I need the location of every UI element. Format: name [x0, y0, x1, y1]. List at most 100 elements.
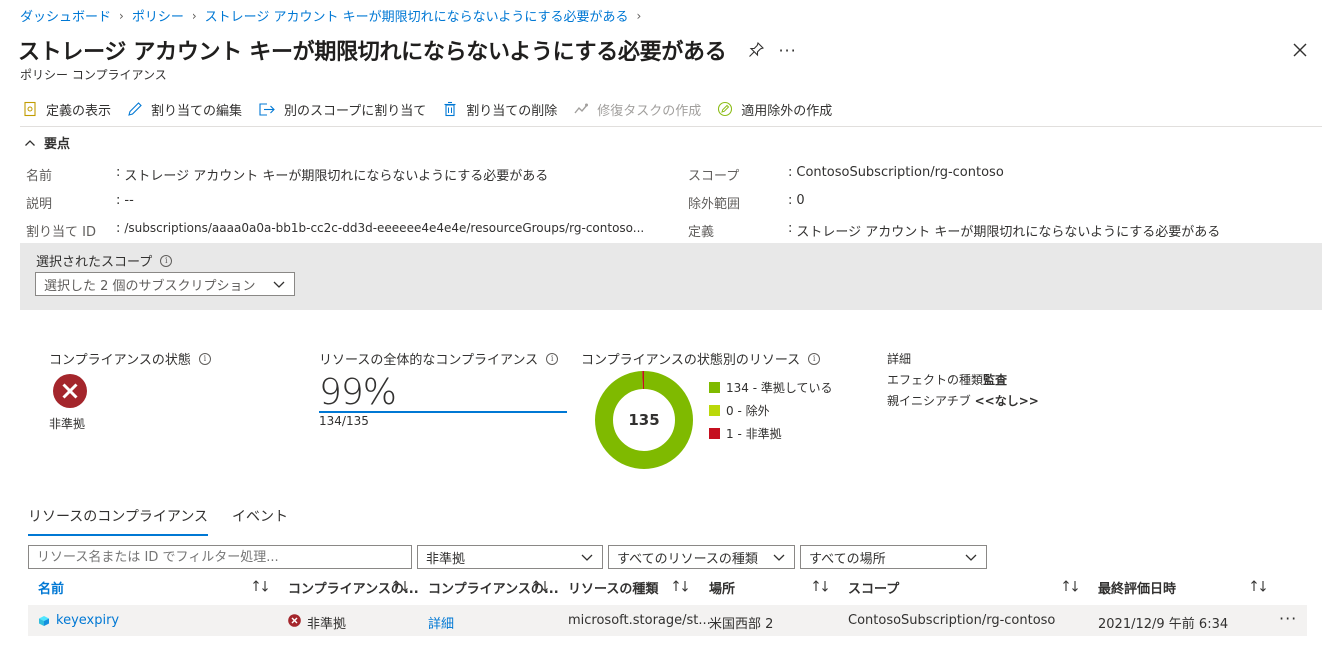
sort-icon[interactable]	[672, 579, 690, 593]
view-definition-label: 定義の表示	[46, 103, 112, 119]
resource-type-filter-value: すべてのリソースの種類	[617, 551, 758, 567]
scope-label: スコープ	[688, 169, 740, 184]
effect-label: エフェクトの種類	[887, 373, 984, 387]
column-header-location[interactable]: 場所	[709, 578, 735, 597]
close-icon[interactable]	[1290, 40, 1310, 60]
column-header-scope[interactable]: スコープ	[848, 578, 899, 597]
tab-bar: リソースのコンプライアンス イベント	[28, 506, 312, 536]
essentials-toggle[interactable]: 要点	[24, 133, 70, 152]
breadcrumb-policy[interactable]: ポリシー	[132, 6, 184, 25]
compliance-state-heading: コンプライアンスの状態 i	[49, 349, 211, 368]
legend-label: 134 - 準拠している	[726, 381, 833, 395]
row-details-link[interactable]: 詳細	[428, 613, 454, 632]
sort-icon[interactable]	[812, 579, 830, 593]
trash-icon	[444, 101, 456, 117]
resource-name-link[interactable]: keyexpiry	[56, 613, 119, 628]
colon: :	[788, 193, 793, 208]
definition-label: 定義	[688, 225, 715, 240]
page-title: ストレージ アカウント キーが期限切れにならないようにする必要がある	[18, 40, 727, 65]
overall-compliance-label: リソースの全体的なコンプライアンス	[319, 353, 539, 368]
assignment-id-label: 割り当て ID	[26, 225, 96, 240]
legend-label: 1 - 非準拠	[726, 427, 782, 441]
essentials-desc-row: 説明 : --	[26, 193, 134, 212]
donut-total: 135	[628, 411, 659, 429]
sort-icon[interactable]	[532, 579, 550, 593]
scope-dropdown-value: 選択した 2 個のサブスクリプション	[44, 278, 256, 294]
resource-type-filter-dropdown[interactable]: すべてのリソースの種類	[608, 545, 795, 569]
title-row: ストレージ アカウント キーが期限切れにならないようにする必要がある ···	[18, 34, 797, 66]
legend-item-noncompliant[interactable]: 1 - 非準拠	[709, 422, 833, 445]
delete-assignment-button[interactable]: 割り当ての削除	[442, 100, 557, 119]
legend-item-exempt[interactable]: 0 - 除外	[709, 399, 833, 422]
assign-other-scope-button[interactable]: 別のスコープに割り当て	[258, 100, 426, 119]
parent-initiative-value: <<なし>>	[974, 394, 1039, 408]
sort-icon[interactable]	[392, 579, 410, 593]
row-resource-type: microsoft.storage/st...	[568, 613, 711, 628]
error-circle-icon	[288, 614, 301, 627]
column-header-resource-type[interactable]: リソースの種類	[568, 578, 658, 597]
details-heading: 詳細	[887, 352, 912, 366]
essentials-label: 要点	[44, 137, 71, 152]
edit-assignment-button[interactable]: 割り当ての編集	[127, 100, 242, 119]
resources-by-state-label: コンプライアンスの状態別のリソース	[581, 353, 801, 368]
breadcrumb-current[interactable]: ストレージ アカウント キーが期限切れにならないようにする必要がある	[205, 6, 629, 25]
compliance-donut-chart[interactable]: 135	[594, 370, 694, 470]
definition-value: ストレージ アカウント キーが期限切れにならないようにする必要がある	[796, 225, 1221, 240]
info-icon[interactable]: i	[808, 352, 821, 365]
legend-swatch	[709, 382, 720, 393]
column-header-last-evaluated[interactable]: 最終評価日時	[1098, 578, 1176, 597]
tab-events[interactable]: イベント	[232, 506, 288, 536]
row-scope: ContosoSubscription/rg-contoso	[848, 613, 1056, 628]
colon: :	[116, 193, 121, 208]
resource-filter-input[interactable]	[28, 545, 412, 569]
page-subtitle: ポリシー コンプライアンス	[20, 68, 167, 82]
colon: :	[788, 165, 793, 180]
state-filter-dropdown[interactable]: 非準拠	[417, 545, 603, 569]
pin-icon[interactable]	[748, 42, 765, 58]
excluded-label: 除外範囲	[688, 197, 741, 212]
overall-compliance-underline	[319, 411, 567, 413]
legend-item-compliant[interactable]: 134 - 準拠している	[709, 376, 833, 399]
edit-icon	[128, 102, 142, 116]
description-label: 説明	[26, 197, 53, 212]
create-remediation-button[interactable]: 修復タスクの作成	[573, 100, 701, 119]
column-header-name[interactable]: 名前	[38, 578, 64, 597]
view-definition-button[interactable]: 定義の表示	[22, 100, 111, 119]
chevron-down-icon	[273, 281, 285, 288]
selected-scope-label: 選択されたスコープ	[36, 255, 153, 270]
scope-value: ContosoSubscription/rg-contoso	[796, 165, 1004, 180]
name-label: 名前	[26, 169, 53, 184]
row-location: 米国西部 2	[709, 617, 774, 632]
sort-icon[interactable]	[1250, 579, 1268, 593]
sort-icon[interactable]	[1062, 579, 1080, 593]
overall-compliance-ratio: 134/135	[319, 414, 369, 428]
breadcrumb-separator-icon: ›	[636, 8, 642, 23]
tab-resource-compliance[interactable]: リソースのコンプライアンス	[28, 506, 209, 536]
colon: :	[116, 165, 121, 180]
effect-value: 監査	[983, 373, 1008, 387]
legend-label: 0 - 除外	[726, 404, 770, 418]
info-icon[interactable]: i	[198, 352, 211, 365]
compliance-state-value: 非準拠	[49, 417, 86, 431]
chevron-down-icon	[581, 554, 593, 561]
overall-compliance-percent: 99%	[319, 372, 397, 413]
storage-cube-icon	[39, 616, 49, 626]
sort-icon[interactable]	[252, 579, 270, 593]
selected-scope-heading: 選択されたスコープ i	[36, 251, 173, 270]
scope-dropdown[interactable]: 選択した 2 個のサブスクリプション	[35, 272, 295, 296]
row-more-options-icon[interactable]: ···	[1279, 609, 1297, 628]
assign-other-scope-label: 別のスコープに割り当て	[284, 103, 427, 119]
remediation-icon	[574, 103, 589, 114]
create-exemption-label: 適用除外の作成	[741, 103, 833, 119]
colon: :	[116, 221, 121, 236]
compliance-state-label: コンプライアンスの状態	[49, 353, 191, 368]
row-compliance-state: 非準拠	[307, 617, 347, 632]
info-icon[interactable]: i	[546, 352, 559, 365]
more-options-icon[interactable]: ···	[778, 41, 796, 60]
breadcrumb: ダッシュボード › ポリシー › ストレージ アカウント キーが期限切れにならな…	[20, 6, 649, 26]
info-icon[interactable]: i	[160, 254, 173, 267]
breadcrumb-dashboard[interactable]: ダッシュボード	[20, 6, 111, 25]
parent-initiative-row: 親イニシアチブ <<なし>>	[887, 391, 1039, 412]
location-filter-dropdown[interactable]: すべての場所	[800, 545, 987, 569]
create-exemption-button[interactable]: 適用除外の作成	[717, 100, 832, 119]
